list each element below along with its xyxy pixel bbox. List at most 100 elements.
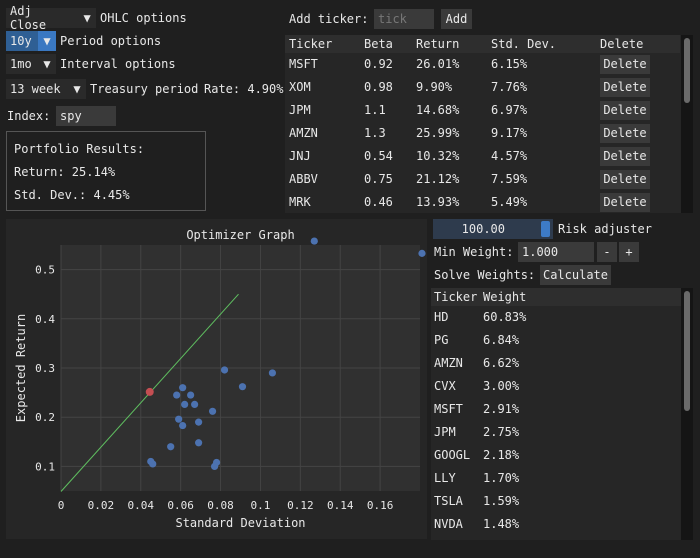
ticker-cell: JPM (289, 103, 311, 117)
interval-options-label: Interval options (60, 57, 176, 71)
weight-row: AMZN 6.62% (431, 352, 679, 375)
weight-value-cell: 2.18% (483, 448, 520, 462)
ticker-cell: ABBV (289, 172, 318, 186)
data-point (195, 418, 203, 426)
std-dev-cell: 4.57% (491, 149, 528, 163)
risk-slider[interactable]: 100.00 (433, 219, 553, 239)
treasury-period-label: Treasury period (90, 82, 199, 96)
weight-ticker-cell: AMZN (434, 356, 463, 370)
y-tick-label: 0.5 (35, 264, 55, 277)
y-tick-label: 0.3 (35, 362, 55, 375)
slider-grab[interactable] (541, 221, 550, 237)
y-tick-label: 0.4 (35, 313, 55, 326)
data-point (187, 391, 195, 399)
ticker-row: XOM 0.98 9.90% 7.76% Delete (285, 76, 680, 99)
period-combo[interactable]: 10y ▼ (6, 31, 56, 51)
delete-button[interactable]: Delete (600, 55, 650, 74)
weight-value-cell: 60.83% (483, 310, 527, 324)
interval-combo-value: 1mo (10, 57, 32, 71)
ticker-cell: MRK (289, 195, 311, 209)
ticker-table-scrollbar[interactable] (681, 35, 693, 213)
weights-table-scrollbar[interactable] (681, 288, 693, 540)
x-tick-label: 0.06 (167, 499, 194, 512)
x-tick-label: 0.1 (251, 499, 271, 512)
weight-row: JPM 2.75% (431, 421, 679, 444)
ticker-row: JNJ 0.54 10.32% 4.57% Delete (285, 145, 680, 168)
delete-button[interactable]: Delete (600, 147, 650, 166)
return-cell: 9.90% (416, 80, 453, 94)
data-point (179, 421, 187, 430)
weight-ticker-cell: LLY (434, 471, 456, 485)
std-dev-cell: 9.17% (491, 126, 528, 140)
x-tick-label: 0 (58, 499, 65, 512)
beta-cell: 0.98 (364, 80, 393, 94)
optimal-portfolio-point (145, 387, 154, 396)
weight-ticker-cell: HD (434, 310, 449, 324)
return-cell: 25.99% (416, 126, 460, 140)
ticker-cell: JNJ (289, 149, 311, 163)
data-point (310, 237, 318, 245)
beta-cell: 0.75 (364, 172, 393, 186)
ticker-row: MSFT 0.92 26.01% 6.15% Delete (285, 53, 680, 76)
beta-cell: 0.46 (364, 195, 393, 209)
results-return: Return: 25.14% (14, 165, 116, 179)
ticker-cell: XOM (289, 80, 311, 94)
min-weight-input[interactable]: 1.000 (518, 242, 594, 262)
chevron-down-icon: ▼ (73, 82, 81, 96)
delete-button[interactable]: Delete (600, 170, 650, 189)
data-point (210, 462, 219, 470)
weights-header-ticker: Ticker (434, 290, 478, 304)
delete-button[interactable]: Delete (600, 78, 650, 97)
weight-ticker-cell: GOOGL (434, 448, 471, 462)
data-point (195, 439, 203, 447)
portfolio-results-panel: Portfolio Results: Return: 25.14% Std. D… (6, 131, 206, 211)
data-point (268, 369, 277, 377)
x-tick-label: 0.04 (128, 499, 155, 512)
y-tick-label: 0.1 (35, 460, 55, 473)
std-dev-cell: 6.15% (491, 57, 528, 71)
weights-header-weight: Weight (483, 290, 527, 304)
beta-cell: 1.3 (364, 126, 386, 140)
delete-button[interactable]: Delete (600, 101, 650, 120)
std-dev-cell: 6.97% (491, 103, 528, 117)
data-point (208, 407, 217, 415)
data-point (191, 400, 199, 409)
weight-value-cell: 2.75% (483, 425, 520, 439)
weight-ticker-cell: CVX (434, 379, 456, 393)
calculate-button[interactable]: Calculate (540, 265, 611, 285)
weight-value-cell: 3.00% (483, 379, 520, 393)
weight-ticker-cell: MSFT (434, 402, 463, 416)
min-weight-label: Min Weight: (434, 245, 514, 259)
rate-text: Rate: 4.90% (204, 82, 284, 96)
return-cell: 13.93% (416, 195, 460, 209)
index-input[interactable]: spy (56, 106, 116, 126)
beta-cell: 0.92 (364, 57, 393, 71)
weight-row: MSFT 2.91% (431, 398, 679, 421)
period-options-label: Period options (60, 34, 162, 48)
weight-ticker-cell: TSLA (434, 494, 463, 508)
ticker-row: AMZN 1.3 25.99% 9.17% Delete (285, 122, 680, 145)
data-point (238, 383, 247, 391)
header-delete: Delete (600, 37, 644, 51)
header-ticker: Ticker (289, 37, 333, 51)
delete-button[interactable]: Delete (600, 124, 650, 143)
return-cell: 26.01% (416, 57, 460, 71)
x-tick-label: 0.16 (367, 499, 394, 512)
treasury-combo[interactable]: 13 week ▼ (6, 79, 86, 99)
min-weight-increment-button[interactable]: + (619, 242, 639, 262)
scrollbar-thumb[interactable] (684, 38, 690, 103)
min-weight-decrement-button[interactable]: - (597, 242, 617, 262)
weight-row: PG 6.84% (431, 329, 679, 352)
price-combo[interactable]: Adj Close ▼ (6, 4, 96, 32)
ticker-input[interactable]: tick (374, 9, 434, 29)
add-ticker-button[interactable]: Add (441, 9, 472, 29)
delete-button[interactable]: Delete (600, 193, 650, 212)
ticker-table-area: Ticker Beta Return Std. Dev. Delete MSFT… (285, 35, 693, 213)
solve-weights-label: Solve Weights: (434, 268, 536, 282)
interval-combo[interactable]: 1mo ▼ (6, 54, 56, 74)
weight-row: GOOGL 2.18% (431, 444, 679, 467)
scrollbar-thumb[interactable] (684, 291, 690, 411)
data-point (173, 391, 181, 399)
chart-title: Optimizer Graph (186, 228, 294, 242)
return-cell: 14.68% (416, 103, 460, 117)
